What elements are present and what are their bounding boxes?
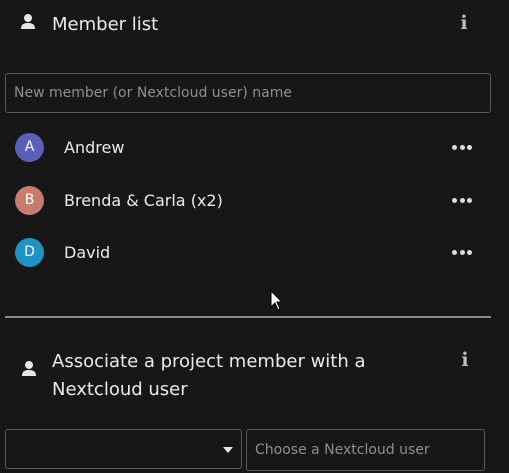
avatar: B — [15, 185, 44, 215]
person-icon — [21, 360, 37, 377]
info-icon[interactable]: i — [456, 13, 472, 33]
sidebar-panel: Member list i New member (or Nextcloud u… — [0, 0, 509, 473]
avatar: A — [15, 132, 44, 162]
associate-title: Associate a project member with a Nextcl… — [52, 351, 366, 400]
member-name: Brenda & Carla (x2) — [64, 190, 223, 210]
caret-down-icon — [223, 447, 233, 453]
member-list-title: Member list — [52, 14, 159, 35]
more-dots-icon[interactable] — [452, 248, 472, 256]
more-dots-icon[interactable] — [452, 143, 472, 151]
info-icon[interactable]: i — [457, 350, 473, 370]
more-dots-icon[interactable] — [452, 196, 472, 204]
member-select[interactable] — [5, 429, 242, 469]
mouse-cursor-icon — [270, 289, 284, 316]
section-divider — [5, 316, 491, 318]
avatar: D — [15, 237, 44, 267]
person-icon — [20, 13, 36, 30]
new-member-input[interactable]: New member (or Nextcloud user) name — [5, 73, 491, 113]
member-row[interactable]: A Andrew — [0, 121, 491, 173]
member-row[interactable]: B Brenda & Carla (x2) — [0, 174, 491, 226]
member-row[interactable]: D David — [0, 226, 491, 278]
member-name: Andrew — [64, 137, 125, 157]
nextcloud-user-input[interactable]: Choose a Nextcloud user — [246, 429, 485, 471]
member-name: David — [64, 242, 111, 262]
